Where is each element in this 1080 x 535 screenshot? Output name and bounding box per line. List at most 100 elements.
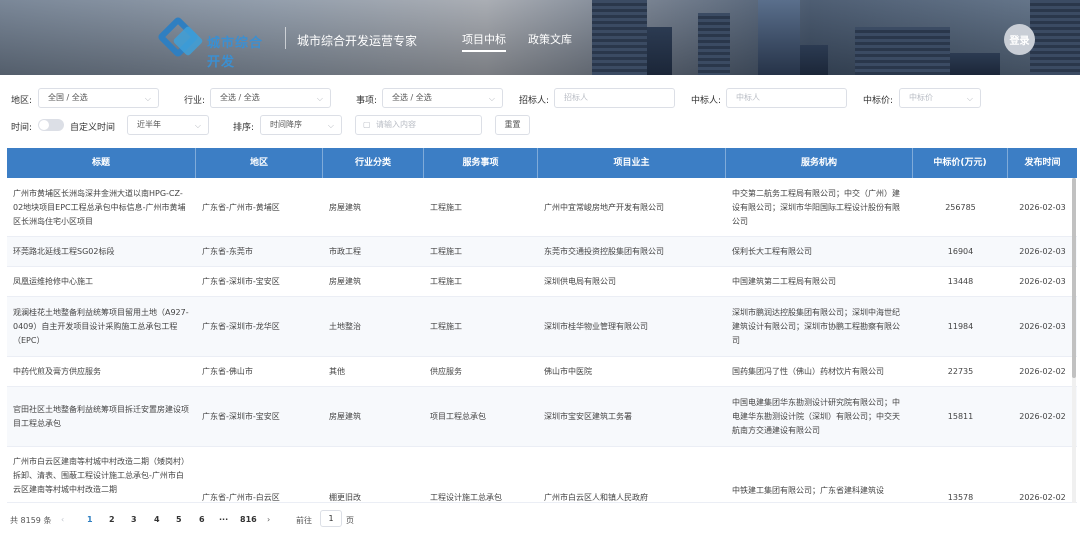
nav-tab-bids[interactable]: 项目中标 <box>462 31 506 52</box>
search-placeholder: 请输入内容 <box>376 120 416 129</box>
row-agency: 中国电建集团华东勘测设计研究院有限公司；中电建华东勘测设计院（深圳）有限公司；中… <box>732 398 900 435</box>
chevron-down-icon: ⌵ <box>966 94 973 103</box>
sort-value: 时间降序 <box>270 120 302 129</box>
row-owner: 深圳市宝安区建筑工务署 <box>544 412 632 421</box>
row-region: 广东省-深圳市-龙华区 <box>202 322 280 331</box>
col-agency: 服务机构 <box>726 148 913 178</box>
price-placeholder: 中标价 <box>909 93 933 102</box>
reset-button[interactable]: 重置 <box>495 115 530 135</box>
table-row[interactable]: 广州市黄埔区长洲岛深井金洲大道以南HPG-CZ-02地块项目EPC工程总承包中标… <box>7 178 1077 237</box>
row-agency: 国药集团冯了性（佛山）药材饮片有限公司 <box>732 367 884 376</box>
row-price: 13448 <box>947 277 974 286</box>
chevron-down-icon: ⌵ <box>316 94 323 103</box>
row-service: 工程施工 <box>430 202 462 212</box>
row-owner: 东莞市交通投资控股集团有限公司 <box>544 247 664 256</box>
winner-input[interactable]: 中标人 <box>726 88 847 108</box>
row-price: 256785 <box>945 202 976 212</box>
row-region: 广东省-深圳市-宝安区 <box>202 412 280 421</box>
page-2[interactable]: 2 <box>109 515 115 524</box>
row-owner: 深圳供电局有限公司 <box>544 277 616 286</box>
col-date: 发布时间 <box>1024 158 1061 168</box>
sort-label: 排序: <box>233 123 255 133</box>
row-industry: 房屋建筑 <box>329 277 361 286</box>
time-label: 时间: <box>11 123 33 133</box>
row-date: 2026-02-03 <box>1019 247 1066 256</box>
banner-building <box>855 27 950 75</box>
row-agency: 中交第二航务工程局有限公司；中交（广州）建设有限公司；深圳市华阳国际工程设计股份… <box>732 188 900 226</box>
col-service: 服务事项 <box>424 148 538 178</box>
page-3[interactable]: 3 <box>131 515 137 524</box>
chevron-down-icon: ⌵ <box>488 94 495 103</box>
matter-select[interactable]: 全选 / 全选 ⌵ <box>382 88 503 108</box>
row-agency: 中铁建工集团有限公司；广东省建科建筑设 <box>732 486 884 495</box>
price-label: 中标价: <box>863 96 894 106</box>
banner-building <box>592 0 647 75</box>
page-last[interactable]: 816 <box>240 515 257 524</box>
row-title[interactable]: 凤凰运维抢修中心施工 <box>13 275 93 289</box>
row-region: 广东省-广州市-白云区 <box>202 493 280 502</box>
row-title[interactable]: 官田社区土地整备利益统筹项目拆迁安置房建设项目工程总承包 <box>13 403 190 431</box>
row-industry: 棚更旧改 <box>329 493 361 502</box>
row-date: 2026-02-03 <box>1019 322 1066 331</box>
nav-tab-policy[interactable]: 政策文库 <box>528 31 572 47</box>
row-agency: 保利长大工程有限公司 <box>732 247 812 256</box>
row-title[interactable]: 环莞路北延线工程SG02标段 <box>13 245 114 259</box>
row-title[interactable]: 中药代煎及膏方供应服务 <box>13 365 101 379</box>
top-banner: 城市综合开发 城市综合开发运营专家 项目中标 政策文库 登录 <box>0 0 1080 75</box>
sort-select[interactable]: 时间降序 ⌵ <box>260 115 342 135</box>
search-icon: ▢ <box>363 120 371 129</box>
page-ellipsis[interactable]: ··· <box>219 515 228 524</box>
row-date: 2026-02-02 <box>1019 412 1066 421</box>
tenderer-input[interactable]: 招标人 <box>554 88 675 108</box>
row-title[interactable]: 观澜桂花土地整备利益统筹项目留用土地（A927-0409）自主开发项目设计采购施… <box>13 306 190 348</box>
price-select[interactable]: 中标价 ⌵ <box>899 88 981 108</box>
industry-select[interactable]: 全选 / 全选 ⌵ <box>210 88 331 108</box>
chevron-down-icon: ⌵ <box>327 121 334 130</box>
table-row[interactable]: 环莞路北延线工程SG02标段 广东省-东莞市 市政工程 工程施工 东莞市交通投资… <box>7 237 1077 267</box>
prev-page-icon[interactable]: ‹ <box>61 515 64 524</box>
time-range-select[interactable]: 近半年 ⌵ <box>127 115 209 135</box>
row-industry: 市政工程 <box>329 247 361 256</box>
row-owner: 佛山市中医院 <box>544 367 592 376</box>
row-service: 工程设计施工总承包 <box>430 493 502 502</box>
col-industry: 行业分类 <box>323 148 424 178</box>
row-industry: 房屋建筑 <box>329 412 361 421</box>
row-service: 工程施工 <box>430 322 462 331</box>
table-scrollbar[interactable] <box>1072 178 1076 503</box>
custom-time-label: 自定义时间 <box>70 123 116 133</box>
logo-text: 城市综合开发 <box>207 36 264 70</box>
page-1[interactable]: 1 <box>87 515 93 524</box>
row-owner: 广州中宜常峻房地产开发有限公司 <box>544 202 664 212</box>
scrollbar-thumb[interactable] <box>1072 178 1076 378</box>
goto-page-input[interactable]: 1 <box>320 510 342 527</box>
row-industry: 土地整治 <box>329 322 361 331</box>
goto-label: 前往 <box>296 516 312 525</box>
row-service: 工程施工 <box>430 277 462 286</box>
custom-time-toggle[interactable] <box>38 119 64 131</box>
table-row[interactable]: 官田社区土地整备利益统筹项目拆迁安置房建设项目工程总承包 广东省-深圳市-宝安区… <box>7 387 1077 447</box>
table-row[interactable]: 观澜桂花土地整备利益统筹项目留用土地（A927-0409）自主开发项目设计采购施… <box>7 297 1077 357</box>
row-owner: 深圳市桂华物业管理有限公司 <box>544 322 648 331</box>
chevron-down-icon: ⌵ <box>194 121 201 130</box>
time-range-value: 近半年 <box>137 120 161 129</box>
row-title[interactable]: 广州市白云区建南等村城中村改造二期（矮岗村）拆卸、清表、围蔽工程设计施工总承包-… <box>13 455 190 497</box>
row-region: 广东省-广州市-黄埔区 <box>202 202 280 212</box>
login-button[interactable]: 登录 <box>1004 24 1035 55</box>
page-4[interactable]: 4 <box>154 515 160 524</box>
row-title[interactable]: 广州市黄埔区长洲岛深井金洲大道以南HPG-CZ-02地块项目EPC工程总承包中标… <box>13 187 190 229</box>
row-date: 2026-02-03 <box>1019 277 1066 286</box>
table-row[interactable]: 中药代煎及膏方供应服务 广东省-佛山市 其他 供应服务 佛山市中医院 国药集团冯… <box>7 357 1077 387</box>
next-page-icon[interactable]: › <box>267 515 270 524</box>
row-service: 供应服务 <box>430 367 462 376</box>
page-5[interactable]: 5 <box>176 515 182 524</box>
search-input[interactable]: ▢ 请输入内容 <box>355 115 482 135</box>
page-6[interactable]: 6 <box>199 515 205 524</box>
table-row[interactable]: 广州市白云区建南等村城中村改造二期（矮岗村）拆卸、清表、围蔽工程设计施工总承包-… <box>7 447 1077 503</box>
logo[interactable]: 城市综合开发 <box>156 15 275 70</box>
region-select[interactable]: 全国 / 全选 ⌵ <box>38 88 159 108</box>
row-price: 15811 <box>947 412 974 421</box>
table-row[interactable]: 凤凰运维抢修中心施工 广东省-深圳市-宝安区 房屋建筑 工程施工 深圳供电局有限… <box>7 267 1077 297</box>
row-price: 22735 <box>947 367 974 376</box>
col-title: 标题 <box>7 148 196 178</box>
page-suffix: 页 <box>346 516 354 525</box>
